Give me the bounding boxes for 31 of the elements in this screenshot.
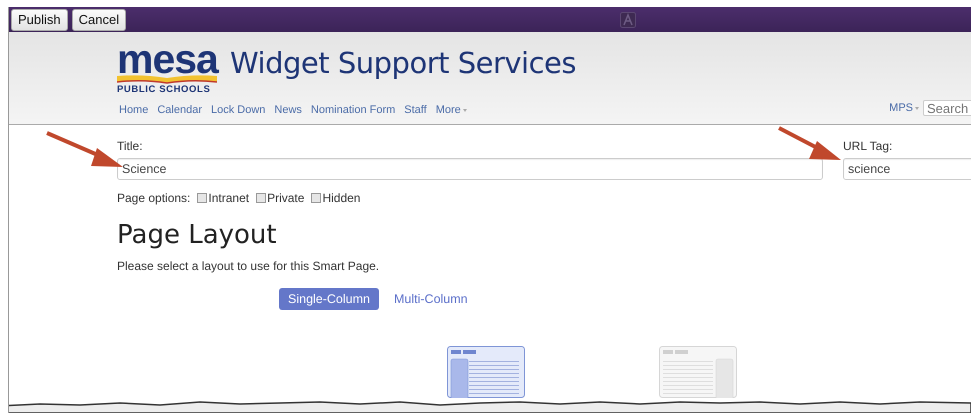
account-menu[interactable]: MPS — [889, 102, 919, 114]
url-tag-field[interactable]: science — [843, 158, 971, 180]
publish-button[interactable]: Publish — [11, 8, 68, 30]
checkbox[interactable] — [256, 193, 266, 203]
options-label: Page options: — [117, 191, 190, 205]
layout-tab[interactable]: Multi-Column — [384, 288, 477, 310]
title-field[interactable]: Science — [117, 158, 823, 180]
checkbox[interactable] — [197, 193, 208, 203]
layout-thumbnail[interactable] — [447, 346, 525, 398]
layout-tab[interactable]: Single-Column — [279, 288, 379, 310]
section-heading: Page Layout — [117, 219, 278, 251]
nav-link[interactable]: Home — [119, 104, 148, 116]
checkbox-label[interactable]: Hidden — [322, 191, 360, 205]
cancel-button[interactable]: Cancel — [72, 8, 126, 30]
checkbox[interactable] — [311, 193, 322, 203]
accessibility-icon[interactable] — [620, 12, 636, 28]
checkbox-label[interactable]: Private — [267, 191, 304, 205]
nav-link[interactable]: Lock Down — [210, 104, 266, 116]
nav-link[interactable]: Nomination Form — [310, 104, 396, 116]
checkbox-label[interactable]: Intranet — [208, 191, 250, 205]
site-title: Widget Support Services — [230, 46, 576, 80]
description-text: Please select a layout to use for this Smart Page. — [117, 259, 380, 273]
search-field[interactable]: Search — [923, 100, 971, 116]
nav-link[interactable]: Calendar — [157, 104, 202, 116]
mesa-logo[interactable]: mesa PUBLIC SCHOOLS — [117, 44, 217, 95]
nav-link[interactable]: More — [436, 104, 467, 116]
nav-link[interactable]: News — [274, 104, 302, 116]
field-label: URL Tag: — [843, 139, 894, 153]
field-label: Title: — [117, 139, 144, 153]
layout-thumbnail[interactable] — [659, 346, 737, 398]
nav-link[interactable]: Staff — [404, 104, 427, 116]
